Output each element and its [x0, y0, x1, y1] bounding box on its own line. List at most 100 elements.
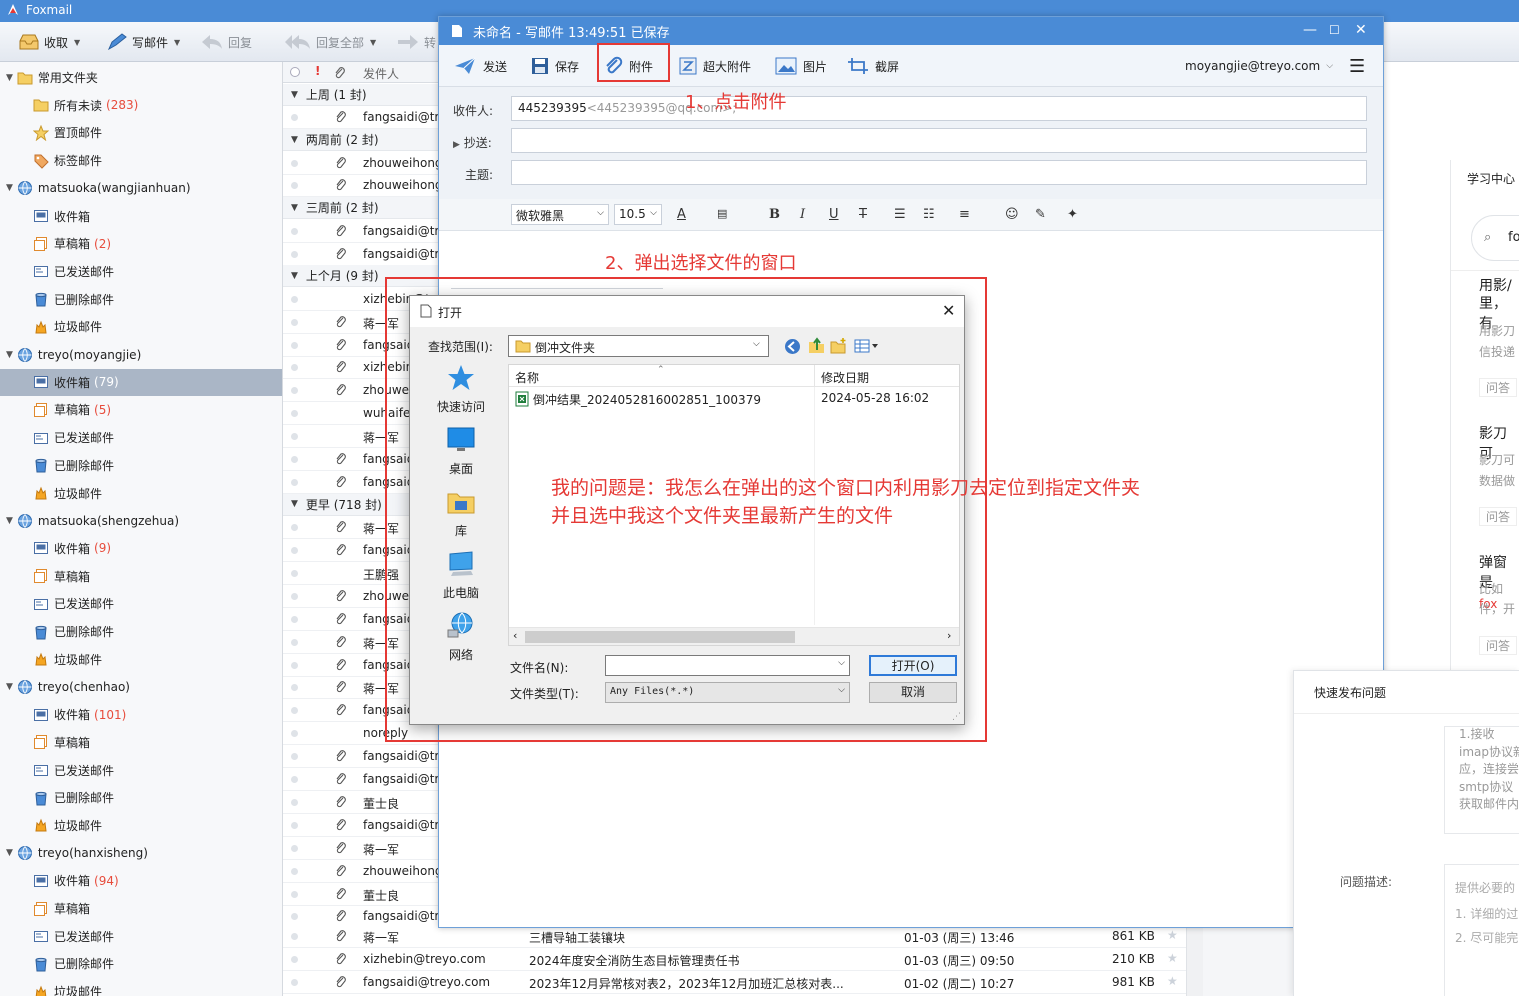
mail-group-header[interactable]: ▼ 两周前 (2 封): [283, 129, 443, 152]
collapse-triangle-icon[interactable]: ▼: [291, 499, 298, 509]
help-tag[interactable]: 问答: [1479, 636, 1518, 655]
sidebar-account[interactable]: ▼ matsuoka(wangjianhuan): [0, 175, 282, 202]
read-status-column-icon[interactable]: [290, 67, 300, 77]
cc-field[interactable]: [511, 128, 1367, 153]
sidebar-item-sent[interactable]: 已发送邮件: [0, 923, 282, 950]
read-status-dot[interactable]: [291, 821, 298, 829]
sidebar-item-deleted[interactable]: 已删除邮件: [0, 286, 282, 313]
sender-column-header[interactable]: 发件人: [363, 65, 399, 82]
mail-row[interactable]: fangsaidi@treyo.com 2023年12月异常核对表2，2023年1…: [283, 971, 1203, 994]
sidebar-account[interactable]: ▼ matsuoka(shengzehua): [0, 507, 282, 534]
italic-icon[interactable]: I: [800, 207, 805, 222]
sidebar-item-deleted[interactable]: 已删除邮件: [0, 452, 282, 479]
read-status-dot[interactable]: [291, 478, 298, 486]
sidebar-item-junk[interactable]: 垃圾邮件: [0, 812, 282, 839]
sidebar-common-folders[interactable]: ▼ 常用文件夹: [0, 64, 282, 91]
sidebar-item-deleted[interactable]: 已删除邮件: [0, 784, 282, 811]
screenshot-button[interactable]: 截屏: [847, 54, 899, 78]
read-status-dot[interactable]: [291, 456, 298, 463]
mail-row[interactable]: fangsaidi@tr: [283, 106, 443, 130]
read-status-dot[interactable]: [291, 890, 298, 898]
star-icon[interactable]: ★: [1167, 928, 1178, 942]
sidebar-item-inbox[interactable]: 收件箱 (79): [0, 368, 282, 396]
mail-row[interactable]: fangsaidi@tr: [283, 745, 443, 769]
sidebar-account[interactable]: ▼ treyo(moyangjie): [0, 341, 282, 368]
sidebar-item-drafts[interactable]: 草稿箱 (2): [0, 230, 282, 257]
reply-all-button[interactable]: 回复全部 ▼: [284, 30, 376, 54]
cc-toggle[interactable]: ▶ 抄送:: [453, 134, 492, 151]
read-status-dot[interactable]: [291, 547, 298, 554]
mail-row[interactable]: zhouweihong: [283, 860, 443, 883]
read-status-dot[interactable]: [291, 433, 298, 441]
mail-row[interactable]: zhouweihong: [283, 152, 443, 175]
read-status-dot[interactable]: [291, 592, 298, 600]
align-icon[interactable]: ≡: [959, 207, 970, 222]
help-search-box[interactable]: ⌕ fo: [1471, 215, 1519, 261]
mail-row[interactable]: fangsaidi@tr: [283, 220, 443, 243]
read-status-dot[interactable]: [291, 798, 298, 806]
highlight-color-icon[interactable]: ▤: [717, 207, 727, 220]
read-status-dot[interactable]: [291, 615, 298, 623]
read-status-dot[interactable]: [291, 867, 298, 875]
sidebar-item-junk[interactable]: 垃圾邮件: [0, 978, 282, 996]
collapse-triangle-icon[interactable]: ▼: [291, 271, 298, 281]
mail-row[interactable]: fangsaidi@tr: [283, 243, 443, 266]
mail-group-header[interactable]: ▼ 三周前 (2 封): [283, 197, 443, 220]
read-status-dot[interactable]: [291, 387, 298, 395]
sidebar-item-sent[interactable]: 已发送邮件: [0, 590, 282, 617]
expand-triangle-icon[interactable]: ▼: [6, 183, 13, 193]
read-status-dot[interactable]: [291, 753, 298, 761]
read-status-dot[interactable]: [291, 250, 298, 258]
sidebar-item-sent[interactable]: 已发送邮件: [0, 757, 282, 784]
read-status-dot[interactable]: [291, 661, 298, 669]
paperclip-icon[interactable]: [334, 66, 346, 80]
star-icon[interactable]: ★: [1167, 974, 1178, 988]
collapse-triangle-icon[interactable]: ▼: [291, 203, 298, 213]
read-status-dot[interactable]: [291, 569, 298, 577]
help-article-title[interactable]: 用影/: [1479, 275, 1512, 295]
sidebar-item-sent[interactable]: 已发送邮件: [0, 258, 282, 285]
mail-row[interactable]: zhouweihong: [283, 174, 443, 198]
font-color-icon[interactable]: A: [677, 207, 686, 222]
read-status-dot[interactable]: [291, 933, 298, 940]
sidebar-item-inbox[interactable]: 收件箱 (94): [0, 867, 282, 894]
save-button[interactable]: 保存: [531, 54, 579, 78]
read-status-dot[interactable]: [291, 182, 298, 190]
read-status-dot[interactable]: [291, 159, 298, 167]
sidebar-item-drafts[interactable]: 草稿箱 (5): [0, 396, 282, 423]
sidebar-account[interactable]: ▼ treyo(chenhao): [0, 673, 282, 700]
help-tag[interactable]: 问答: [1479, 378, 1518, 397]
read-status-dot[interactable]: [291, 295, 298, 303]
collapse-triangle-icon[interactable]: ▼: [291, 135, 298, 145]
bold-icon[interactable]: B: [769, 207, 780, 222]
read-status-dot[interactable]: [291, 364, 298, 372]
expand-triangle-icon[interactable]: ▼: [6, 350, 13, 360]
reply-button[interactable]: 回复: [200, 30, 252, 54]
mail-row[interactable]: xizhebin@treyo.com 2024年度安全消防生态目标管理责任书 01-…: [283, 948, 1203, 971]
sidebar-item-drafts[interactable]: 草稿箱: [0, 895, 282, 922]
sidebar-item-inbox[interactable]: 收件箱 (9): [0, 535, 282, 562]
mail-row[interactable]: fangsaidi@tr: [283, 814, 443, 837]
menu-icon[interactable]: ☰: [1349, 54, 1365, 78]
close-icon[interactable]: ✕: [1355, 22, 1367, 38]
mail-list-scrollbar[interactable]: [1186, 925, 1203, 996]
sidebar-account[interactable]: ▼ treyo(hanxisheng): [0, 840, 282, 867]
numbered-list-icon[interactable]: ☷: [923, 207, 935, 222]
strikethrough-icon[interactable]: T: [859, 207, 867, 222]
read-status-dot[interactable]: [291, 844, 298, 852]
read-status-dot[interactable]: [291, 227, 298, 235]
sidebar-item-junk[interactable]: 垃圾邮件: [0, 480, 282, 507]
read-status-dot[interactable]: [291, 410, 298, 418]
font-size-select[interactable]: 10.5 ⌵: [614, 204, 662, 225]
picture-button[interactable]: 图片: [775, 54, 827, 78]
format-painter-icon[interactable]: ✎: [1035, 207, 1046, 222]
read-status-dot[interactable]: [291, 684, 298, 692]
expand-triangle-icon[interactable]: ▼: [6, 682, 13, 692]
subject-field[interactable]: [511, 160, 1367, 185]
star-icon[interactable]: ★: [1167, 951, 1178, 965]
sidebar-item-inbox[interactable]: 收件箱: [0, 203, 282, 230]
help-tag[interactable]: 问答: [1479, 507, 1518, 526]
sidebar-item-pinned[interactable]: 置顶邮件: [0, 119, 282, 146]
expand-triangle-icon[interactable]: ▼: [6, 73, 13, 83]
read-status-dot[interactable]: [291, 956, 298, 963]
